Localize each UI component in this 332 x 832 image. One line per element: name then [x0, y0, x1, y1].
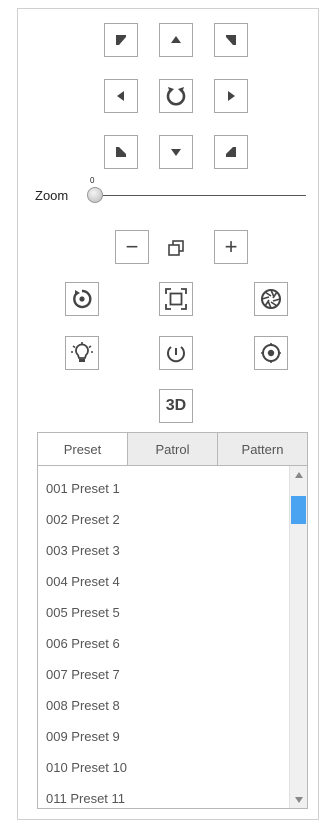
- preset-list-item[interactable]: 007 Preset 7: [46, 667, 120, 682]
- ptz-auto-scan-button[interactable]: [159, 79, 193, 113]
- preset-list-item[interactable]: 003 Preset 3: [46, 543, 120, 558]
- preset-tabs: Preset Patrol Pattern: [37, 432, 308, 466]
- light-button[interactable]: [65, 336, 99, 370]
- arrow-down-icon: [171, 149, 181, 156]
- lightbulb-icon: [71, 342, 93, 362]
- focus-frame-button[interactable]: [159, 282, 193, 316]
- arrow-up-right-icon: [226, 35, 236, 45]
- zoom-slider-track[interactable]: [96, 195, 306, 196]
- scroll-up-button[interactable]: [290, 466, 307, 483]
- ptz-left-button[interactable]: [104, 79, 138, 113]
- zoom-value: 0: [90, 176, 95, 185]
- zoom-label: Zoom: [35, 188, 69, 203]
- preset-list-scrollbar[interactable]: [289, 466, 307, 808]
- preset-list-item[interactable]: 001 Preset 1: [46, 481, 120, 496]
- ptz-down-left-button[interactable]: [104, 135, 138, 169]
- tab-pattern[interactable]: Pattern: [217, 432, 308, 466]
- refresh-circle-icon: [73, 289, 92, 309]
- ptz-right-button[interactable]: [214, 79, 248, 113]
- preset-list-item[interactable]: 011 Preset 11: [46, 791, 125, 806]
- preset-list-item[interactable]: 002 Preset 2: [46, 512, 120, 527]
- three-d-positioning-button[interactable]: 3D: [159, 389, 193, 423]
- arrow-down-left-icon: [116, 147, 126, 157]
- power-button[interactable]: [159, 336, 193, 370]
- caret-up-icon: [294, 471, 303, 478]
- caret-down-icon: [294, 796, 303, 803]
- arrow-right-icon: [228, 91, 235, 101]
- ptz-up-button[interactable]: [159, 23, 193, 57]
- zoom-in-button[interactable]: +: [214, 230, 248, 264]
- zoom-out-button[interactable]: −: [115, 230, 149, 264]
- iris-rotate-button[interactable]: [65, 282, 99, 316]
- focus-frame-icon: [165, 288, 187, 310]
- iris-button[interactable]: [254, 282, 288, 316]
- tab-preset[interactable]: Preset: [37, 432, 128, 466]
- plus-icon: +: [224, 234, 238, 259]
- power-icon: [167, 346, 185, 363]
- preset-list-item[interactable]: 010 Preset 10: [46, 760, 127, 775]
- ptz-up-right-button[interactable]: [214, 23, 248, 57]
- preset-list: 001 Preset 1 002 Preset 2 003 Preset 3 0…: [37, 465, 308, 809]
- preset-list-item[interactable]: 009 Preset 9: [46, 729, 120, 744]
- ptz-down-right-button[interactable]: [214, 135, 248, 169]
- arrow-up-left-icon: [116, 35, 126, 45]
- arrow-up-icon: [171, 36, 181, 43]
- windows-icon: [168, 240, 184, 256]
- preset-list-item[interactable]: 005 Preset 5: [46, 605, 120, 620]
- preset-list-item[interactable]: 008 Preset 8: [46, 698, 120, 713]
- restore-windows-button[interactable]: [164, 236, 188, 260]
- three-d-label: 3D: [165, 397, 187, 414]
- rotate-icon: [166, 87, 186, 106]
- ptz-down-button[interactable]: [159, 135, 193, 169]
- preset-list-item[interactable]: 006 Preset 6: [46, 636, 120, 651]
- center-focus-button[interactable]: [254, 336, 288, 370]
- target-icon: [261, 343, 281, 363]
- minus-icon: −: [125, 234, 139, 259]
- ptz-up-left-button[interactable]: [104, 23, 138, 57]
- arrow-left-icon: [117, 91, 124, 101]
- scrollbar-thumb[interactable]: [291, 496, 306, 524]
- tab-patrol[interactable]: Patrol: [127, 432, 218, 466]
- zoom-slider-handle[interactable]: [87, 187, 103, 203]
- aperture-icon: [261, 289, 281, 309]
- arrow-down-right-icon: [226, 147, 236, 157]
- scroll-down-button[interactable]: [290, 791, 307, 808]
- preset-list-item[interactable]: 004 Preset 4: [46, 574, 120, 589]
